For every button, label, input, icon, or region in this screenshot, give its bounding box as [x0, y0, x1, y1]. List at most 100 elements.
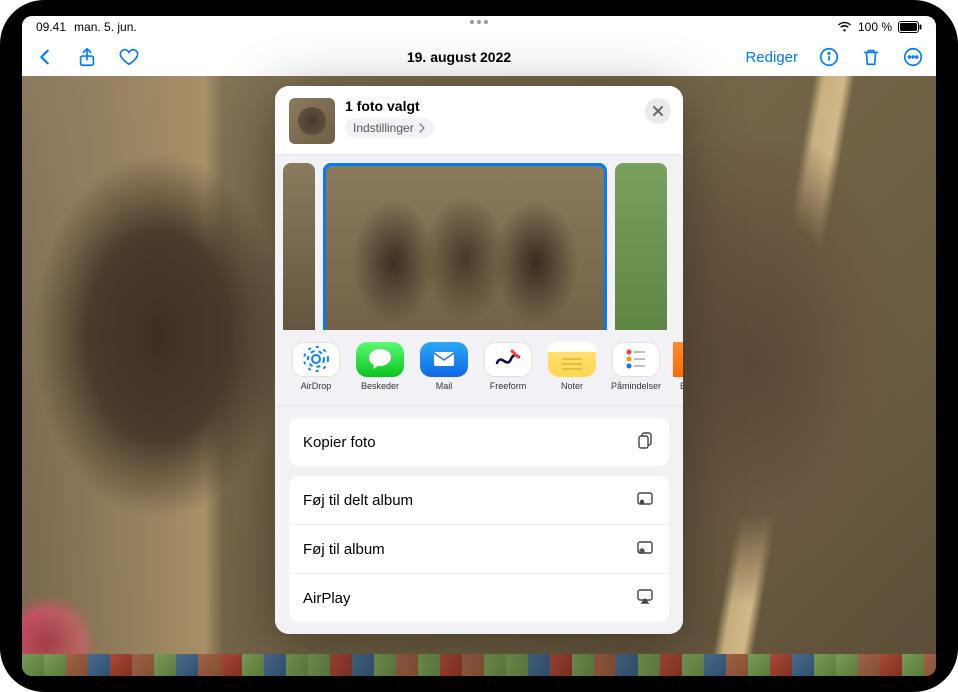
- thumbnail-item[interactable]: [550, 654, 572, 676]
- airplay-icon: [635, 586, 655, 610]
- thumbnail-item[interactable]: [308, 654, 330, 676]
- preview-photo-selected[interactable]: [323, 163, 607, 330]
- action-airplay[interactable]: AirPlay: [289, 574, 669, 622]
- app-icon-partial: [673, 342, 683, 377]
- thumbnail-item[interactable]: [286, 654, 308, 676]
- thumbnail-item[interactable]: [572, 654, 594, 676]
- more-button[interactable]: [902, 46, 924, 68]
- thumbnail-item[interactable]: [814, 654, 836, 676]
- thumbnail-item[interactable]: [374, 654, 396, 676]
- thumbnail-item[interactable]: [924, 654, 936, 676]
- thumbnail-item[interactable]: [726, 654, 748, 676]
- thumbnail-item[interactable]: [660, 654, 682, 676]
- favorite-button[interactable]: [118, 46, 140, 68]
- thumbnail-item[interactable]: [352, 654, 374, 676]
- action-label: AirPlay: [303, 590, 351, 607]
- action-label: Føj til delt album: [303, 492, 413, 509]
- thumbnail-item[interactable]: [330, 654, 352, 676]
- action-label: Kopier foto: [303, 434, 376, 451]
- thumbnail-item[interactable]: [418, 654, 440, 676]
- back-button[interactable]: [34, 46, 56, 68]
- share-button[interactable]: [76, 46, 98, 68]
- shared-album-icon: [635, 488, 655, 512]
- info-button[interactable]: [818, 46, 840, 68]
- app-more-partial[interactable]: B: [673, 342, 683, 391]
- thumbnail-item[interactable]: [44, 654, 66, 676]
- airdrop-icon: [292, 342, 340, 377]
- thumbnail-item[interactable]: [902, 654, 924, 676]
- app-label: Beskeder: [361, 381, 399, 391]
- share-options-label: Indstillinger: [353, 121, 414, 135]
- thumbnail-item[interactable]: [880, 654, 902, 676]
- thumbnail-item[interactable]: [682, 654, 704, 676]
- thumbnail-item[interactable]: [440, 654, 462, 676]
- preview-photo-prev[interactable]: [283, 163, 315, 330]
- close-button[interactable]: [645, 98, 671, 124]
- edit-button[interactable]: Rediger: [745, 49, 798, 66]
- thumbnail-item[interactable]: [748, 654, 770, 676]
- thumbnail-item[interactable]: [22, 654, 44, 676]
- thumbnail-item[interactable]: [154, 654, 176, 676]
- wifi-icon: [837, 21, 852, 33]
- reminders-icon: [612, 342, 660, 377]
- action-copy-photo[interactable]: Kopier foto: [289, 418, 669, 466]
- thumbnail-item[interactable]: [506, 654, 528, 676]
- app-reminders[interactable]: Påmindelser: [609, 342, 663, 391]
- share-preview-thumb: [289, 98, 335, 144]
- thumbnail-item[interactable]: [770, 654, 792, 676]
- messages-icon: [356, 342, 404, 377]
- app-label: Noter: [561, 381, 583, 391]
- thumbnail-item[interactable]: [132, 654, 154, 676]
- thumbnail-item[interactable]: [264, 654, 286, 676]
- app-messages[interactable]: Beskeder: [353, 342, 407, 391]
- ipad-frame: 09.41 man. 5. jun. 100 %: [0, 0, 958, 692]
- thumbnail-item[interactable]: [858, 654, 880, 676]
- thumbnail-item[interactable]: [242, 654, 264, 676]
- thumbnail-item[interactable]: [176, 654, 198, 676]
- thumbnail-strip[interactable]: [22, 654, 936, 676]
- preview-photo-next[interactable]: [615, 163, 667, 330]
- action-group: Føj til delt album Føj til album AirPlay: [289, 476, 669, 622]
- app-label: B: [680, 381, 683, 391]
- app-label: Påmindelser: [611, 381, 661, 391]
- action-add-shared-album[interactable]: Føj til delt album: [289, 476, 669, 525]
- thumbnail-item[interactable]: [66, 654, 88, 676]
- delete-button[interactable]: [860, 46, 882, 68]
- share-preview-row[interactable]: [275, 155, 683, 330]
- thumbnail-item[interactable]: [484, 654, 506, 676]
- thumbnail-item[interactable]: [704, 654, 726, 676]
- app-mail[interactable]: Mail: [417, 342, 471, 391]
- chevron-right-icon: [418, 123, 426, 133]
- thumbnail-item[interactable]: [528, 654, 550, 676]
- freeform-icon: [484, 342, 532, 377]
- thumbnail-item[interactable]: [836, 654, 858, 676]
- thumbnail-item[interactable]: [792, 654, 814, 676]
- share-sheet: 1 foto valgt Indstillinger: [275, 86, 683, 634]
- thumbnail-item[interactable]: [462, 654, 484, 676]
- thumbnail-item[interactable]: [88, 654, 110, 676]
- battery-percent: 100 %: [858, 20, 892, 34]
- thumbnail-item[interactable]: [110, 654, 132, 676]
- thumbnail-item[interactable]: [198, 654, 220, 676]
- copy-icon: [635, 430, 655, 454]
- share-action-list: Kopier foto Føj til delt album F: [275, 406, 683, 634]
- app-label: AirDrop: [301, 381, 332, 391]
- close-icon: [652, 105, 664, 117]
- app-notes[interactable]: Noter: [545, 342, 599, 391]
- share-app-row[interactable]: AirDrop Beskeder Mail: [275, 330, 683, 406]
- thumbnail-item[interactable]: [396, 654, 418, 676]
- app-freeform[interactable]: Freeform: [481, 342, 535, 391]
- app-airdrop[interactable]: AirDrop: [289, 342, 343, 391]
- thumbnail-item[interactable]: [594, 654, 616, 676]
- action-add-album[interactable]: Føj til album: [289, 525, 669, 574]
- share-title: 1 foto valgt: [345, 98, 434, 114]
- notes-icon: [548, 342, 596, 377]
- thumbnail-item[interactable]: [638, 654, 660, 676]
- mail-icon: [420, 342, 468, 377]
- screen: 09.41 man. 5. jun. 100 %: [22, 16, 936, 676]
- multitask-dots[interactable]: [470, 20, 488, 24]
- thumbnail-item[interactable]: [220, 654, 242, 676]
- thumbnail-item[interactable]: [616, 654, 638, 676]
- share-options-button[interactable]: Indstillinger: [345, 118, 434, 138]
- battery-icon: [898, 21, 922, 33]
